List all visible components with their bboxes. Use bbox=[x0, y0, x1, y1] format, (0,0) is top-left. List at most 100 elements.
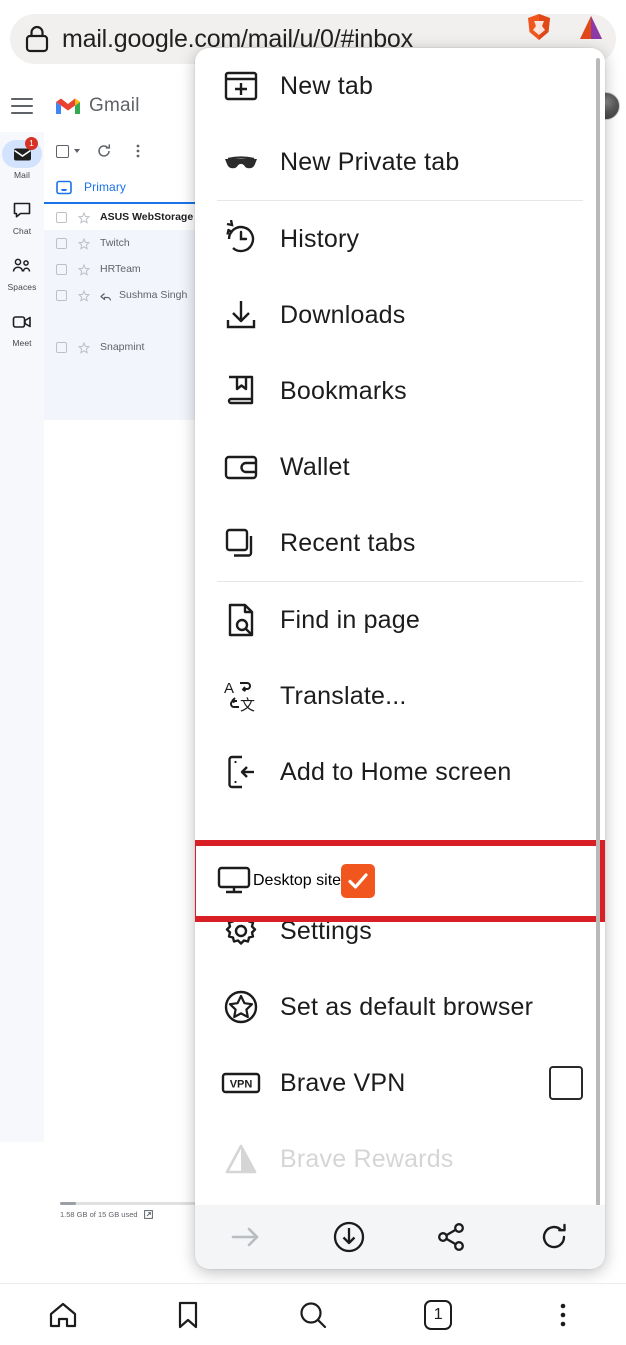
inbox-icon bbox=[56, 180, 72, 195]
forward-button[interactable] bbox=[222, 1213, 270, 1261]
menu-item-add-to-home-screen[interactable]: Add to Home screen bbox=[195, 734, 605, 810]
chevron-down-icon[interactable] bbox=[74, 149, 80, 153]
sender-name: HRTeam bbox=[100, 263, 141, 275]
replied-icon bbox=[100, 290, 112, 301]
gmail-message-list: Primary ASUS WebStorage Twitch HRTeam Su… bbox=[44, 132, 204, 1142]
search-button[interactable] bbox=[286, 1292, 340, 1338]
tab-primary[interactable]: Primary bbox=[44, 170, 204, 204]
private-tab-icon bbox=[220, 141, 262, 183]
select-all-checkbox[interactable] bbox=[56, 144, 69, 158]
download-icon bbox=[220, 294, 262, 336]
share-button[interactable] bbox=[427, 1213, 475, 1261]
svg-text:VPN: VPN bbox=[230, 1079, 253, 1091]
row-checkbox[interactable] bbox=[56, 211, 67, 223]
sidebar-item-label: Mail bbox=[14, 170, 30, 180]
menu-item-history[interactable]: History bbox=[195, 201, 605, 277]
menu-item-brave-vpn[interactable]: VPN Brave VPN bbox=[195, 1045, 605, 1121]
menu-item-desktop-site[interactable]: Desktop site bbox=[196, 846, 599, 916]
brave-vpn-checkbox[interactable] bbox=[549, 1066, 583, 1100]
row-checkbox[interactable] bbox=[56, 263, 67, 275]
history-icon bbox=[220, 218, 262, 260]
menu-item-wallet[interactable]: Wallet bbox=[195, 429, 605, 505]
menu-scrollbar[interactable] bbox=[596, 58, 600, 1223]
sidebar-item-chat[interactable]: Chat bbox=[0, 196, 44, 236]
three-dot-icon[interactable] bbox=[130, 143, 146, 159]
star-icon[interactable] bbox=[77, 263, 91, 276]
sender-name: Snapmint bbox=[100, 341, 145, 353]
sidebar-item-label: Meet bbox=[12, 338, 32, 348]
brave-logo-icon[interactable] bbox=[578, 14, 604, 42]
bookmarks-button[interactable] bbox=[161, 1292, 215, 1338]
list-spacer bbox=[44, 308, 199, 334]
bookmark-icon bbox=[178, 1301, 197, 1328]
brave-shield-icon[interactable] bbox=[524, 12, 554, 42]
menu-item-new-private-tab[interactable]: New Private tab bbox=[195, 124, 605, 200]
row-checkbox[interactable] bbox=[56, 237, 67, 249]
menu-item-label: Set as default browser bbox=[280, 992, 534, 1021]
meet-icon bbox=[12, 316, 31, 328]
menu-item-downloads[interactable]: Downloads bbox=[195, 277, 605, 353]
table-row[interactable]: ASUS WebStorage bbox=[44, 204, 199, 230]
star-icon[interactable] bbox=[77, 341, 91, 354]
menu-item-bookmarks[interactable]: Bookmarks bbox=[195, 353, 605, 429]
tab-label: Primary bbox=[84, 180, 127, 194]
list-spacer bbox=[44, 360, 199, 420]
gmail-nav-rail: 1 Mail Chat Spaces Meet bbox=[0, 132, 44, 1142]
three-dot-icon bbox=[561, 1303, 566, 1326]
menu-item-label: Add to Home screen bbox=[280, 757, 512, 786]
external-link-icon[interactable] bbox=[143, 1210, 153, 1219]
table-row[interactable]: Snapmint bbox=[44, 334, 199, 360]
table-row[interactable]: HRTeam bbox=[44, 256, 199, 282]
vpn-icon: VPN bbox=[220, 1062, 262, 1104]
lock-icon bbox=[24, 24, 50, 54]
mail-unread-badge: 1 bbox=[25, 137, 38, 150]
more-menu-button[interactable] bbox=[536, 1292, 590, 1338]
sidebar-item-mail[interactable]: 1 Mail bbox=[0, 137, 44, 180]
table-row[interactable]: Sushma Singh bbox=[44, 282, 199, 308]
star-icon[interactable] bbox=[77, 211, 91, 224]
bookmarks-icon bbox=[220, 370, 262, 412]
star-icon[interactable] bbox=[77, 237, 91, 250]
default-browser-icon bbox=[220, 986, 262, 1028]
sender-name: Sushma Singh bbox=[119, 289, 188, 301]
menu-item-recent-tabs[interactable]: Recent tabs bbox=[195, 505, 605, 581]
menu-scroll-area[interactable]: New tab New Private tab History Download… bbox=[195, 48, 605, 1208]
menu-item-label: Find in page bbox=[280, 605, 420, 634]
table-row[interactable]: Twitch bbox=[44, 230, 199, 256]
menu-item-set-as-default-browser[interactable]: Set as default browser bbox=[195, 969, 605, 1045]
star-icon[interactable] bbox=[77, 289, 91, 302]
menu-item-brave-rewards[interactable]: Brave Rewards bbox=[195, 1121, 605, 1197]
browser-menu-sheet: New tab New Private tab History Download… bbox=[195, 48, 605, 1269]
storage-text-row: 1.58 GB of 15 GB used bbox=[60, 1210, 200, 1219]
home-button[interactable] bbox=[36, 1292, 90, 1338]
menu-item-label: Brave Rewards bbox=[280, 1144, 454, 1173]
storage-label: 1.58 GB of 15 GB used bbox=[60, 1210, 138, 1219]
list-toolbar bbox=[44, 132, 199, 170]
menu-item-label: Recent tabs bbox=[280, 528, 416, 557]
add-to-home-icon bbox=[220, 751, 262, 793]
menu-item-find-in-page[interactable]: Find in page bbox=[195, 582, 605, 658]
refresh-icon[interactable] bbox=[96, 143, 112, 159]
desktop-site-icon bbox=[215, 860, 253, 903]
reload-button[interactable] bbox=[530, 1213, 578, 1261]
menu-item-new-tab[interactable]: New tab bbox=[195, 48, 605, 124]
brave-rewards-icon bbox=[220, 1138, 262, 1180]
sidebar-item-meet[interactable]: Meet bbox=[0, 308, 44, 348]
download-button[interactable] bbox=[325, 1213, 373, 1261]
menu-item-translate[interactable]: A 文 Translate... bbox=[195, 658, 605, 734]
menu-item-label: New tab bbox=[280, 71, 374, 100]
tab-switcher-button[interactable]: 1 bbox=[411, 1292, 465, 1338]
menu-item-label: Bookmarks bbox=[280, 376, 407, 405]
menu-item-label: Wallet bbox=[280, 452, 350, 481]
gmail-logo: Gmail bbox=[55, 95, 140, 117]
sidebar-item-spaces[interactable]: Spaces bbox=[0, 252, 44, 292]
recent-tabs-icon bbox=[220, 522, 262, 564]
row-checkbox[interactable] bbox=[56, 341, 67, 353]
desktop-site-checkbox[interactable] bbox=[341, 864, 376, 898]
hamburger-icon[interactable] bbox=[11, 98, 33, 114]
menu-item-label: History bbox=[280, 224, 360, 253]
home-icon bbox=[49, 1302, 76, 1327]
spaces-icon bbox=[12, 258, 31, 272]
tab-active-underline bbox=[44, 201, 204, 204]
row-checkbox[interactable] bbox=[56, 289, 67, 301]
